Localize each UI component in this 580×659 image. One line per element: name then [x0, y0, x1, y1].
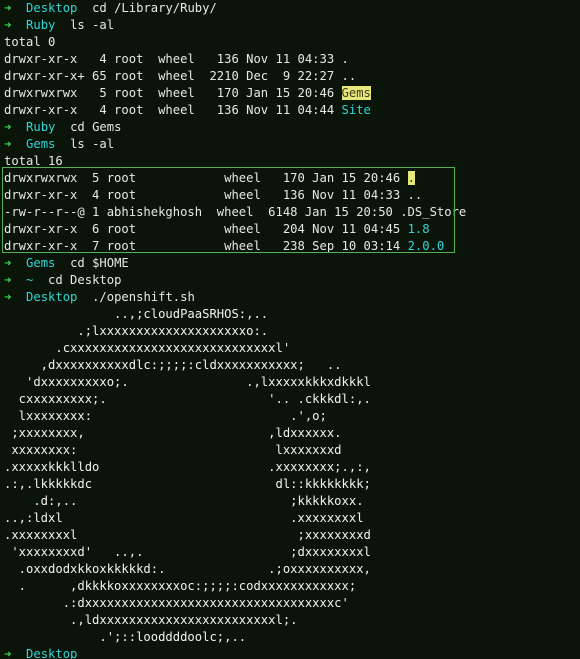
terminal-prompt-line: ➜ Desktop ./openshift.sh — [4, 289, 580, 306]
terminal-output-line: drwxr-xr-x 4 root wheel 136 Nov 11 04:44… — [4, 102, 580, 119]
prompt-command: ./openshift.sh — [77, 290, 195, 304]
terminal-prompt-line: ➜ Gems ls -al — [4, 136, 580, 153]
ascii-art-line: lxxxxxxxx: .',o; — [4, 409, 327, 423]
terminal-prompt-line: ➜ ~ cd Desktop — [4, 272, 580, 289]
ascii-art-line: .xxxxxxxxl ;xxxxxxxxd — [4, 528, 371, 542]
ascii-art-line: ,dxxxxxxxxxxdlc:;;;;:cldxxxxxxxxxxx; .. — [4, 358, 342, 372]
prompt-spacer — [11, 137, 26, 151]
ascii-art-line: 'dxxxxxxxxxo;. .,lxxxxxkkkxdkkkl — [4, 375, 371, 389]
output-text: drwxr-xr-x 4 root wheel 136 Nov 11 04:33… — [4, 188, 423, 202]
prompt-spacer — [11, 290, 26, 304]
prompt-cwd: Desktop — [26, 290, 78, 304]
prompt-spacer — [11, 18, 26, 32]
terminal-output-line: drwxr-xr-x 6 root wheel 204 Nov 11 04:45… — [4, 221, 580, 238]
highlighted-filename[interactable]: Gems — [341, 86, 371, 100]
prompt-cwd: Desktop — [26, 1, 78, 15]
output-text: total 16 — [4, 154, 63, 168]
prompt-cwd: Gems — [26, 137, 56, 151]
ascii-art-line: .d:,.. ;kkkkkoxx. — [4, 494, 364, 508]
output-text: drwxr-xr-x 6 root wheel 204 Nov 11 04:45 — [4, 222, 408, 236]
ascii-art-line: .';::looddddoolc;,.. — [4, 630, 247, 644]
directory-entry[interactable]: 2.0.0 — [408, 239, 445, 253]
prompt-spacer — [11, 647, 26, 659]
ascii-art-line: ..,;cloudPaaSRHOS:,.. — [4, 307, 269, 321]
terminal-prompt-line: ➜ Gems cd $HOME — [4, 255, 580, 272]
prompt-command: cd Gems — [55, 120, 122, 134]
terminal-prompt-line: ➜ Desktop cd /Library/Ruby/ — [4, 0, 580, 17]
terminal-screen[interactable]: ➜ Desktop cd /Library/Ruby/➜ Ruby ls -al… — [4, 0, 580, 659]
output-text: drwxr-xr-x 4 root wheel 136 Nov 11 04:44 — [4, 103, 342, 117]
output-text: drwxr-xr-x+ 65 root wheel 2210 Dec 9 22:… — [4, 69, 357, 83]
prompt-cwd: Ruby — [26, 120, 56, 134]
ascii-art-line: 'xxxxxxxxd' ..,. ;dxxxxxxxxl — [4, 545, 371, 559]
directory-entry[interactable]: Site — [342, 103, 371, 117]
prompt-command: ls -al — [55, 18, 115, 32]
terminal-output-line: drwxr-xr-x 4 root wheel 136 Nov 11 04:33… — [4, 51, 580, 68]
ascii-art-line: . ,dkkkkoxxxxxxxxoc:;;;;:codxxxxxxxxxxxx… — [4, 579, 357, 593]
prompt-command: cd Desktop — [33, 273, 122, 287]
terminal-output-line: -rw-r--r--@ 1 abhishekghosh wheel 6148 J… — [4, 204, 580, 221]
terminal-prompt-line: ➜ Desktop — [4, 646, 580, 659]
output-text: total 0 — [4, 35, 56, 49]
prompt-spacer — [11, 120, 26, 134]
directory-entry[interactable]: 1.8 — [408, 222, 430, 236]
terminal-prompt-line: ➜ Ruby cd Gems — [4, 119, 580, 136]
prompt-command: cd $HOME — [55, 256, 129, 270]
terminal-output-line: drwxr-xr-x 7 root wheel 238 Sep 10 03:14… — [4, 238, 580, 255]
ascii-art-line: .;lxxxxxxxxxxxxxxxxxxxxo:. — [4, 324, 269, 338]
ascii-art-line: .cxxxxxxxxxxxxxxxxxxxxxxxxxxxxl' — [4, 341, 291, 355]
prompt-cwd: Gems — [26, 256, 56, 270]
ascii-art-line: .,ldxxxxxxxxxxxxxxxxxxxxxxxxl;. — [4, 613, 298, 627]
output-text: drwxr-xr-x 4 root wheel 136 Nov 11 04:33… — [4, 52, 349, 66]
prompt-spacer — [11, 273, 26, 287]
terminal-output-line: total 0 — [4, 34, 580, 51]
prompt-command: cd /Library/Ruby/ — [77, 1, 217, 15]
output-text: -rw-r--r--@ 1 abhishekghosh wheel 6148 J… — [4, 205, 467, 219]
prompt-spacer — [11, 256, 26, 270]
prompt-cwd: Desktop — [26, 647, 78, 659]
terminal-output-line: drwxrwxrwx 5 root wheel 170 Jan 15 20:46… — [4, 170, 580, 187]
ascii-art-line: cxxxxxxxxx;. '.. .ckkkdl:,. — [4, 392, 371, 406]
output-text: drwxrwxrwx 5 root wheel 170 Jan 15 20:46 — [4, 171, 408, 185]
terminal-output-line: drwxrwxrwx 5 root wheel 170 Jan 15 20:46… — [4, 85, 580, 102]
terminal-output-line: total 16 — [4, 153, 580, 170]
prompt-spacer — [11, 1, 26, 15]
ascii-art-line: .oxxdodxkkoxkkkkkd:. .;oxxxxxxxxxx, — [4, 562, 371, 576]
terminal-output-line: drwxr-xr-x 4 root wheel 136 Nov 11 04:33… — [4, 187, 580, 204]
terminal-prompt-line: ➜ Ruby ls -al — [4, 17, 580, 34]
terminal-window[interactable]: ➜ Desktop cd /Library/Ruby/➜ Ruby ls -al… — [0, 0, 580, 659]
ascii-art-line: .:dxxxxxxxxxxxxxxxxxxxxxxxxxxxxxxxxxxc' — [4, 596, 349, 610]
terminal-output-line: drwxr-xr-x+ 65 root wheel 2210 Dec 9 22:… — [4, 68, 580, 85]
ascii-art-line: ..,:ldxl .xxxxxxxxl — [4, 511, 364, 525]
prompt-command: ls -al — [55, 137, 115, 151]
output-text: drwxrwxrwx 5 root wheel 170 Jan 15 20:46 — [4, 86, 342, 100]
ascii-art-line: .:,.lkkkkkdc dl::kkkkkkkk; — [4, 477, 371, 491]
ascii-art-line: ;xxxxxxxx, ,ldxxxxxx. — [4, 426, 342, 440]
highlighted-filename[interactable]: . — [407, 171, 415, 185]
prompt-cwd: Ruby — [26, 18, 56, 32]
output-text: drwxr-xr-x 7 root wheel 238 Sep 10 03:14 — [4, 239, 408, 253]
ascii-art-line: xxxxxxxx: lxxxxxxxd — [4, 443, 342, 457]
ascii-art-line: .xxxxxkkklldo .xxxxxxxx;.,:, — [4, 460, 371, 474]
